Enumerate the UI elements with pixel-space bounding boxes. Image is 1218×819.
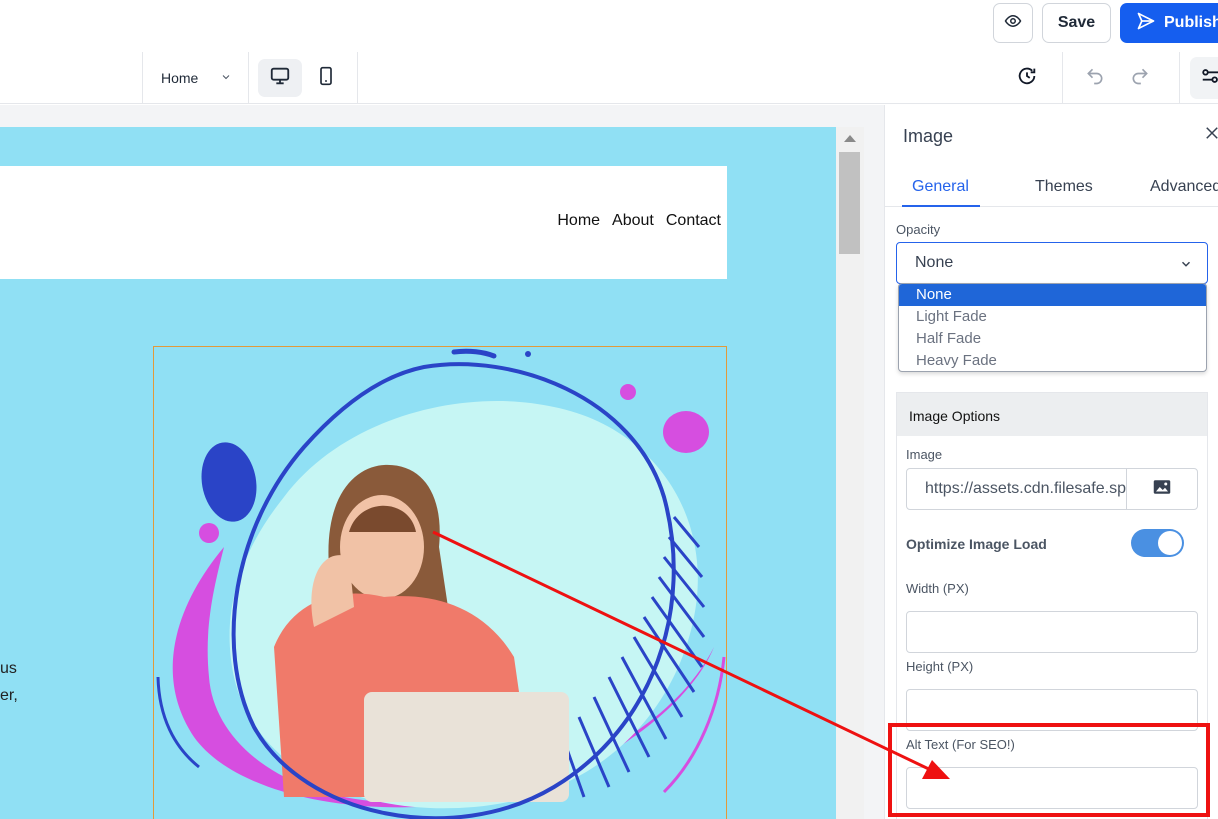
- history-icon: [1016, 65, 1038, 92]
- sliders-icon: [1200, 65, 1218, 92]
- opacity-select-value: None: [915, 254, 954, 271]
- page-preview[interactable]: Home About Contact us er,: [0, 127, 836, 819]
- phone-icon: [316, 65, 336, 92]
- canvas-scrollbar[interactable]: [836, 127, 864, 819]
- opacity-dropdown-list: None Light Fade Half Fade Heavy Fade: [898, 283, 1207, 372]
- divider: [248, 52, 249, 104]
- tab-themes[interactable]: Themes: [1035, 178, 1093, 196]
- nav-link-contact[interactable]: Contact: [666, 212, 721, 230]
- nav-link-home[interactable]: Home: [557, 212, 600, 230]
- opacity-option-light-fade[interactable]: Light Fade: [899, 306, 1206, 328]
- properties-panel: Image General Themes Advanced Opacity No…: [884, 105, 1218, 819]
- opacity-option-none[interactable]: None: [899, 284, 1206, 306]
- save-button[interactable]: Save: [1042, 3, 1111, 43]
- editor-toolbar: Home: [0, 52, 1218, 104]
- panel-title: Image: [903, 126, 954, 146]
- opacity-label: Opacity: [896, 222, 941, 237]
- image-options-header[interactable]: Image Options: [897, 393, 1207, 436]
- eye-icon: [1004, 12, 1022, 35]
- divider: [142, 52, 143, 104]
- publish-label: Publish: [1164, 14, 1218, 31]
- hero-text-line: er,: [0, 687, 18, 704]
- hero-illustration: [156, 348, 726, 819]
- opacity-option-heavy-fade[interactable]: Heavy Fade: [899, 350, 1206, 371]
- send-icon: [1136, 11, 1156, 36]
- undo-icon: [1085, 66, 1105, 91]
- height-label: Height (PX): [906, 659, 974, 674]
- preview-button[interactable]: [993, 3, 1033, 43]
- panel-tabs: General Themes Advanced: [885, 167, 1218, 207]
- nav-link-about[interactable]: About: [612, 212, 654, 230]
- opacity-option-half-fade[interactable]: Half Fade: [899, 328, 1206, 350]
- divider: [1179, 52, 1180, 104]
- scroll-thumb[interactable]: [839, 152, 860, 254]
- hero-image[interactable]: [153, 346, 727, 819]
- redo-icon: [1130, 66, 1150, 91]
- settings-button[interactable]: [1190, 57, 1218, 99]
- editor-canvas[interactable]: Home About Contact us er,: [0, 105, 884, 819]
- tab-advanced[interactable]: Advanced: [1150, 178, 1218, 196]
- top-bar: Save Publish: [0, 0, 1218, 52]
- opacity-select[interactable]: None: [896, 242, 1208, 284]
- page-select-value: Home: [161, 70, 199, 86]
- desktop-view-button[interactable]: [258, 59, 302, 97]
- image-icon: [1153, 479, 1171, 500]
- publish-button[interactable]: Publish: [1120, 3, 1218, 43]
- divider: [1062, 52, 1063, 104]
- close-panel-button[interactable]: [1203, 124, 1218, 147]
- page-select[interactable]: Home: [161, 66, 232, 90]
- undo-button[interactable]: [1083, 66, 1107, 90]
- image-picker-button[interactable]: [1127, 469, 1197, 509]
- redo-button[interactable]: [1128, 66, 1152, 90]
- close-icon: [1203, 127, 1218, 146]
- active-tab-indicator: [902, 205, 980, 207]
- divider: [357, 52, 358, 104]
- chevron-down-icon: [1179, 257, 1193, 276]
- chevron-down-icon: [220, 70, 232, 86]
- image-url-field[interactable]: https://assets.cdn.filesafe.space: [906, 468, 1198, 510]
- hero-text-line: us: [0, 660, 17, 677]
- width-label: Width (PX): [906, 581, 969, 596]
- tab-general[interactable]: General: [912, 178, 969, 196]
- optimize-image-toggle[interactable]: [1131, 529, 1184, 557]
- hero-text-fragment[interactable]: us er,: [0, 655, 18, 709]
- width-input[interactable]: [906, 611, 1198, 653]
- site-header[interactable]: Home About Contact: [0, 166, 727, 279]
- mobile-view-button[interactable]: [304, 59, 348, 97]
- toggle-knob: [1158, 531, 1182, 555]
- annotation-highlight-box: [888, 723, 1210, 817]
- image-url-input[interactable]: https://assets.cdn.filesafe.space: [907, 469, 1127, 509]
- site-nav: Home About Contact: [557, 212, 721, 230]
- optimize-image-label: Optimize Image Load: [906, 536, 1047, 552]
- history-button[interactable]: [1015, 66, 1039, 90]
- monitor-icon: [269, 65, 291, 92]
- image-label: Image: [906, 447, 943, 462]
- scroll-up-arrow[interactable]: [844, 135, 856, 142]
